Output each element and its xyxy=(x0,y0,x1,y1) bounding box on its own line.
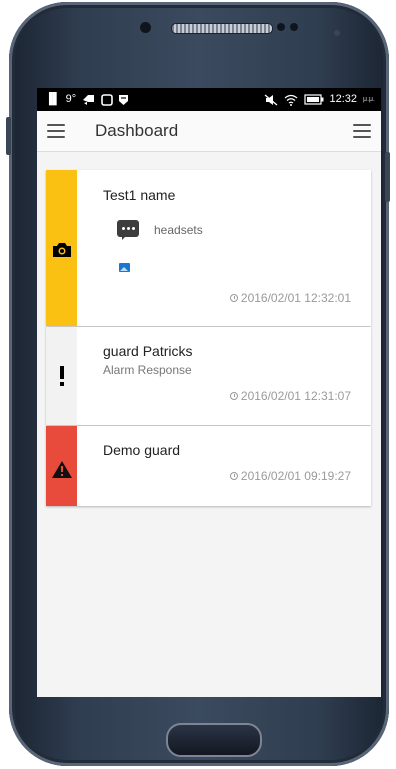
timestamp-text: 2016/02/01 12:31:07 xyxy=(240,389,351,403)
message-icon xyxy=(117,220,139,240)
screen: ▐▌ 9° 12:32 μ.μ. Dashboard Test1 name he… xyxy=(37,88,381,697)
square-icon xyxy=(101,93,113,106)
event-message: headsets xyxy=(154,223,203,237)
event-title: Demo guard xyxy=(103,442,181,458)
app-bar: Dashboard xyxy=(37,111,381,152)
volume-button xyxy=(6,117,11,155)
sensor xyxy=(334,30,340,36)
exclamation-icon xyxy=(59,366,64,386)
event-card[interactable]: Demo guard 2016/02/01 09:19:27 xyxy=(46,426,371,506)
power-button xyxy=(385,152,390,202)
event-subtitle: Alarm Response xyxy=(103,363,192,377)
shield-icon xyxy=(119,94,129,105)
image-icon[interactable] xyxy=(119,263,130,272)
mute-icon xyxy=(264,94,277,105)
event-type-strip xyxy=(46,170,77,326)
timestamp-text: 2016/02/01 09:19:27 xyxy=(240,469,351,483)
temperature: 9° xyxy=(65,93,77,105)
event-card[interactable]: Test1 name headsets 2016/02/01 12:32:01 xyxy=(46,170,371,326)
warning-icon xyxy=(51,460,72,478)
sensor xyxy=(277,23,285,31)
event-type-strip xyxy=(46,426,77,506)
page-title: Dashboard xyxy=(95,121,179,140)
notification-icon xyxy=(83,94,95,105)
event-title: Test1 name xyxy=(103,187,176,203)
clock-icon xyxy=(229,392,238,400)
clock-icon xyxy=(229,472,238,480)
event-title: guard Patricks xyxy=(103,343,193,359)
clock-time: 12:32 xyxy=(329,93,358,105)
timestamp-text: 2016/02/01 12:32:01 xyxy=(240,291,351,305)
status-bar: ▐▌ 9° 12:32 μ.μ. xyxy=(37,88,381,111)
clock-suffix: μ.μ. xyxy=(363,96,375,103)
front-camera xyxy=(140,22,151,33)
clock-icon xyxy=(229,294,238,302)
overflow-menu-icon[interactable] xyxy=(353,124,371,138)
camera-icon xyxy=(52,243,71,257)
event-timestamp: 2016/02/01 12:31:07 xyxy=(229,389,351,403)
wifi-icon xyxy=(284,94,297,106)
menu-icon[interactable] xyxy=(47,124,65,138)
signal-icon: ▐▌ xyxy=(45,93,61,105)
event-card[interactable]: guard Patricks Alarm Response 2016/02/01… xyxy=(46,327,371,425)
event-timestamp: 2016/02/01 09:19:27 xyxy=(229,469,351,483)
sensor xyxy=(290,23,298,31)
dashboard-content: Test1 name headsets 2016/02/01 12:32:01 … xyxy=(37,152,381,697)
battery-icon xyxy=(303,94,323,105)
event-timestamp: 2016/02/01 12:32:01 xyxy=(229,291,351,305)
home-button[interactable] xyxy=(166,723,262,757)
earpiece-speaker xyxy=(171,23,273,34)
event-type-strip xyxy=(46,327,77,425)
